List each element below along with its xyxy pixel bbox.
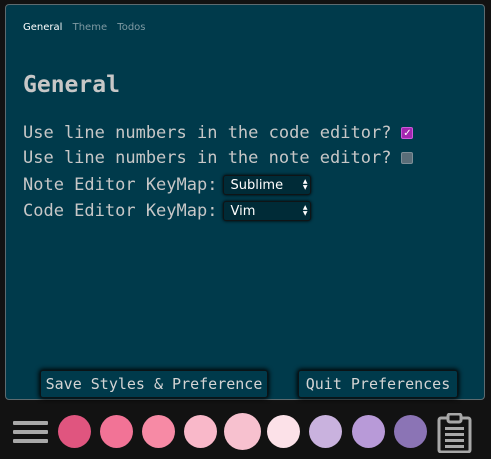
- clipboard-icon[interactable]: [437, 413, 472, 453]
- save-preferences-button[interactable]: Save Styles & Preference: [40, 370, 268, 398]
- code-keymap-select[interactable]: Vim ▲ ▼: [223, 201, 312, 221]
- note-keymap-select[interactable]: Sublime ▲ ▼: [223, 175, 312, 195]
- code-keymap-label: Code Editor KeyMap:: [23, 201, 218, 221]
- color-swatch[interactable]: [267, 415, 300, 448]
- tab-theme[interactable]: Theme: [73, 22, 108, 33]
- color-swatch[interactable]: [100, 415, 133, 448]
- checkmark-icon: ✓: [403, 127, 412, 139]
- note-line-numbers-label: Use line numbers in the note editor?: [23, 148, 392, 168]
- tab-todos[interactable]: Todos: [117, 22, 145, 33]
- color-swatch[interactable]: [394, 415, 427, 448]
- hamburger-menu-icon[interactable]: [13, 421, 48, 445]
- color-swatch[interactable]: [352, 415, 385, 448]
- note-line-numbers-checkbox[interactable]: [401, 152, 414, 164]
- page-title: General: [23, 72, 120, 98]
- select-arrows-icon: ▲ ▼: [302, 178, 308, 191]
- note-keymap-row: Note Editor KeyMap: Sublime ▲ ▼: [23, 175, 312, 195]
- bottom-toolbar: [0, 404, 491, 459]
- code-line-numbers-row: Use line numbers in the code editor? ✓: [23, 123, 414, 143]
- quit-preferences-button[interactable]: Quit Preferences: [298, 370, 458, 398]
- note-line-numbers-row: Use line numbers in the note editor?: [23, 148, 414, 168]
- color-swatch[interactable]: [184, 415, 217, 448]
- color-swatch-selected[interactable]: [224, 413, 261, 450]
- code-line-numbers-checkbox[interactable]: ✓: [401, 127, 414, 139]
- color-swatch[interactable]: [58, 415, 91, 448]
- tab-bar: General Theme Todos: [23, 22, 153, 33]
- code-keymap-value: Vim: [230, 203, 256, 219]
- code-keymap-row: Code Editor KeyMap: Vim ▲ ▼: [23, 201, 312, 221]
- note-keymap-label: Note Editor KeyMap:: [23, 175, 218, 195]
- color-swatch[interactable]: [142, 415, 175, 448]
- tab-general[interactable]: General: [23, 22, 62, 33]
- note-keymap-value: Sublime: [230, 177, 284, 193]
- code-line-numbers-label: Use line numbers in the code editor?: [23, 123, 392, 143]
- preferences-panel: General Theme Todos General Use line num…: [5, 4, 485, 400]
- color-swatch[interactable]: [309, 415, 342, 448]
- select-arrows-icon: ▲ ▼: [302, 204, 308, 217]
